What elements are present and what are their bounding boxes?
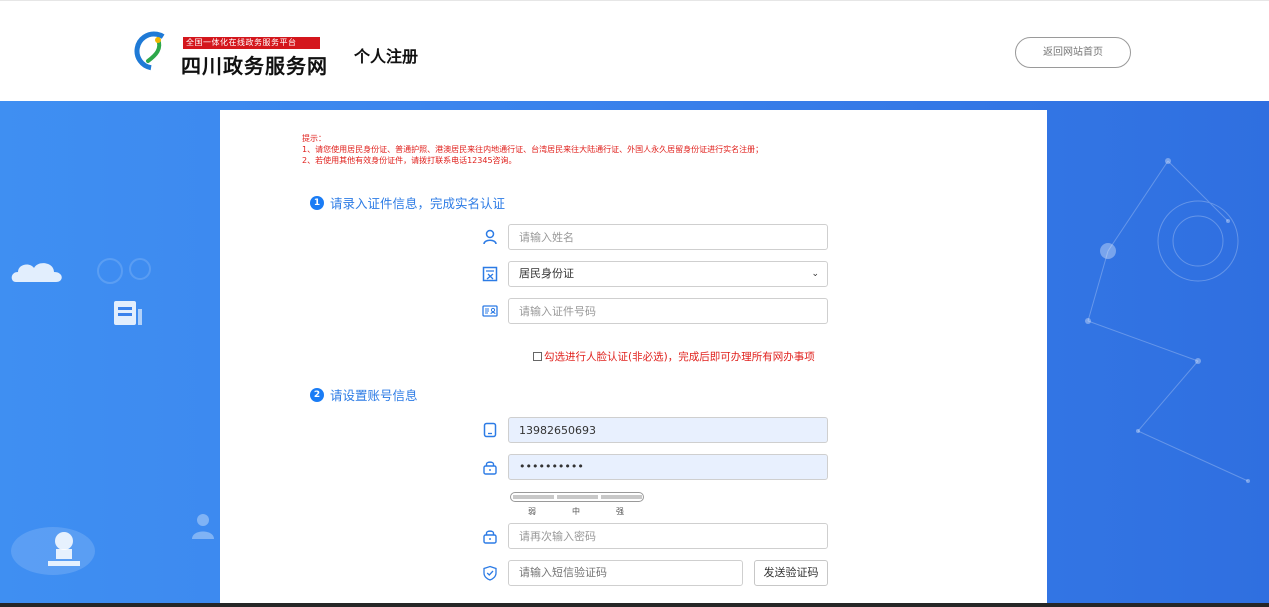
send-sms-code-button[interactable]: 发送验证码 [754,560,828,586]
site-header: 全国一体化在线政务服务平台 四川政务服务网 个人注册 返回网站首页 [0,0,1269,101]
cloud-icon [11,263,62,282]
step1-title: 1 请录入证件信息，完成实名认证 [310,193,505,212]
network-decoration [1085,158,1250,483]
id-card-icon [482,303,498,319]
sms-code-input[interactable] [508,560,743,586]
document-icon [114,301,142,325]
lock-icon [482,459,498,475]
back-to-home-button[interactable]: 返回网站首页 [1015,37,1131,68]
person-icon [192,514,214,539]
password-input[interactable]: •••••••••• [508,454,828,480]
step1-title-text: 请录入证件信息，完成实名认证 [330,196,506,211]
phone-input[interactable] [508,417,828,443]
page-title: 个人注册 [354,47,419,66]
name-input[interactable] [508,224,828,250]
logo-name: 四川政务服务网 [181,54,328,78]
face-verification-checkbox[interactable]: 勾选进行人脸认证(非必选)，完成后即可办理所有网办事项 [533,349,815,364]
bottom-edge [0,603,1269,607]
step2-badge: 2 [310,387,324,402]
strength-label-weak: 弱 [528,507,536,516]
face-check-label: 勾选进行人脸认证(非必选)，完成后即可办理所有网办事项 [544,351,815,363]
notice-line-2: 2、若使用其他有效身份证件，请拨打联系电话12345咨询。 [302,156,517,165]
step1-badge: 1 [310,195,324,210]
strength-seg-medium [557,495,598,499]
user-icon [482,229,498,245]
id-type-select[interactable]: 居民身份证 ⌄ [508,261,828,287]
strength-seg-weak [513,495,554,499]
step2-title: 2 请设置账号信息 [310,385,418,404]
registration-form-panel: 提示： 1、请您使用居民身份证、普通护照、港澳居民来往内地通行证、台湾居民来往大… [220,110,1047,607]
chevron-down-icon: ⌄ [811,269,819,279]
password-strength-meter [510,492,644,502]
notice-line-1: 1、请您使用居民身份证、普通护照、港澳居民来往内地通行证、台湾居民来往大陆通行证… [302,145,764,154]
lock-icon [482,528,498,544]
logo-banner: 全国一体化在线政务服务平台 [183,37,320,49]
id-number-input[interactable] [508,298,828,324]
shield-check-icon [482,565,498,581]
strength-label-medium: 中 [572,507,580,516]
checkbox-box[interactable] [533,352,542,361]
ring-decoration [97,258,151,284]
logo-icon [134,31,174,71]
phone-icon [482,422,498,438]
notice-title: 提示： [302,134,326,143]
id-type-icon [482,266,498,282]
confirm-password-input[interactable] [508,523,828,549]
notice-text: 提示： 1、请您使用居民身份证、普通护照、港澳居民来往内地通行证、台湾居民来往大… [302,133,763,166]
id-type-selected-value: 居民身份证 [519,267,574,280]
strength-label-strong: 强 [616,507,624,516]
seal-icon [11,527,95,575]
step2-title-text: 请设置账号信息 [330,388,418,403]
strength-seg-strong [601,495,642,499]
